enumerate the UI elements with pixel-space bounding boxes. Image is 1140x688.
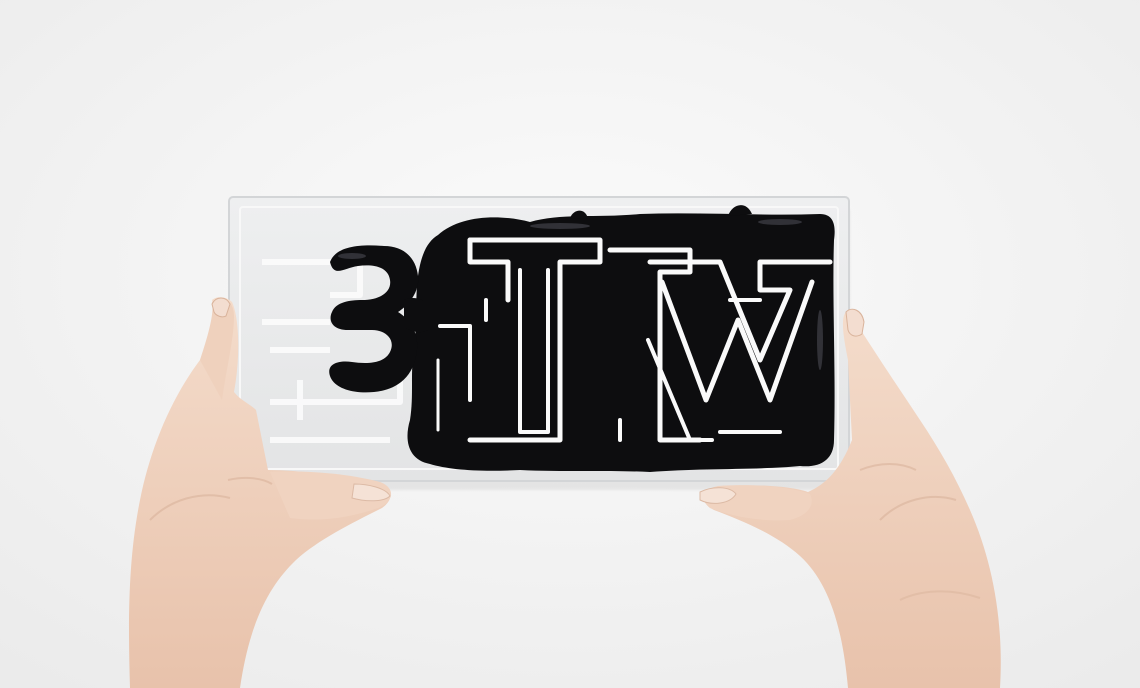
scene-svg	[0, 0, 1140, 688]
photo-scene	[0, 0, 1140, 688]
